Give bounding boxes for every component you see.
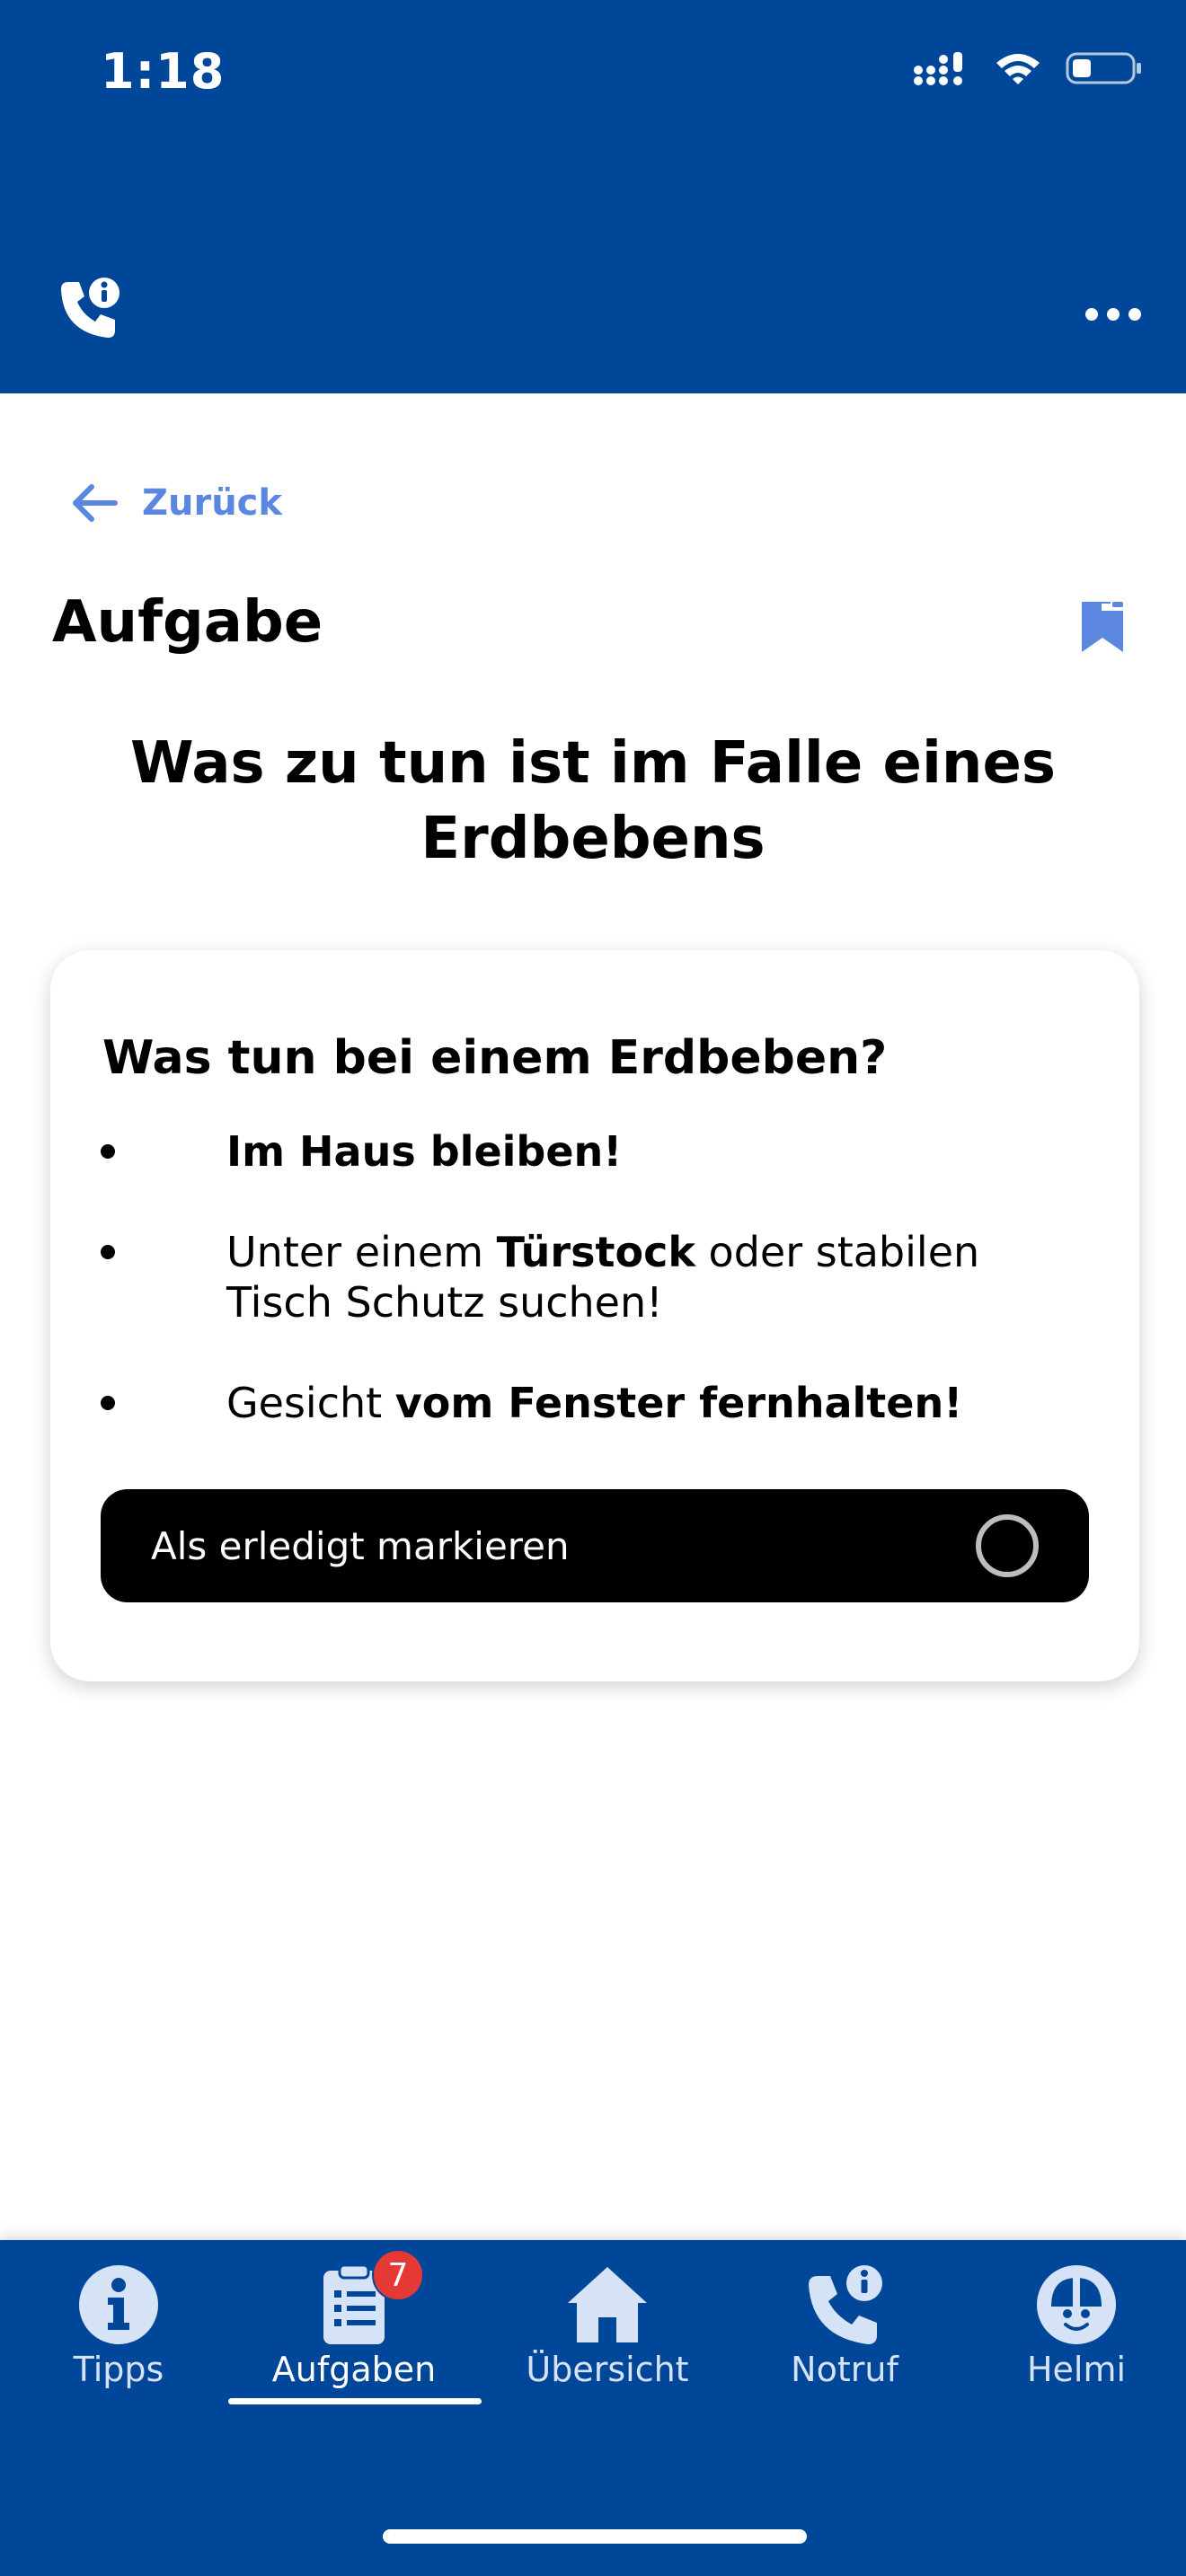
page-title: Aufgabe bbox=[52, 589, 323, 656]
back-label: Zurück bbox=[142, 482, 282, 524]
signal-icon bbox=[914, 52, 962, 85]
bottom-nav: Tipps 7 Aufgaben Übersicht Notruf Helmi bbox=[0, 2240, 1186, 2576]
nav-label-notruf: Notruf bbox=[791, 2350, 898, 2389]
home-indicator[interactable] bbox=[383, 2529, 807, 2544]
instruction-text: Unter einem bbox=[226, 1228, 497, 1276]
checkbox-circle-icon[interactable] bbox=[976, 1514, 1039, 1577]
instruction-item: Im Haus bleiben! bbox=[101, 1126, 1091, 1177]
header: 1:18 bbox=[0, 0, 1186, 393]
nav-label-uebersicht: Übersicht bbox=[526, 2350, 689, 2389]
nav-item-uebersicht[interactable]: Übersicht bbox=[489, 2253, 726, 2411]
more-options-icon[interactable] bbox=[1084, 296, 1143, 332]
bookmark-icon[interactable] bbox=[1080, 600, 1125, 654]
status-time: 1:18 bbox=[101, 43, 226, 100]
instruction-list: Im Haus bleiben! Unter einem Türstock ode… bbox=[101, 1126, 1091, 1478]
info-icon bbox=[79, 2265, 158, 2344]
nav-item-helmi[interactable]: Helmi bbox=[958, 2253, 1186, 2411]
nav-item-notruf[interactable]: Notruf bbox=[726, 2253, 963, 2411]
tasks-count-badge: 7 bbox=[372, 2249, 424, 2301]
home-icon bbox=[568, 2267, 647, 2342]
nav-item-aufgaben[interactable]: 7 Aufgaben bbox=[235, 2249, 473, 2411]
instruction-item: Gesicht vom Fenster fernhalten! bbox=[101, 1378, 1091, 1428]
arrow-left-icon bbox=[73, 484, 118, 522]
nav-item-tipps[interactable]: Tipps bbox=[0, 2253, 237, 2411]
card-heading: Was tun bei einem Erdbeben? bbox=[102, 1031, 888, 1085]
mark-done-label: Als erledigt markieren bbox=[151, 1523, 570, 1568]
instruction-text: Gesicht bbox=[226, 1379, 395, 1427]
nav-label-helmi: Helmi bbox=[1026, 2350, 1127, 2389]
task-title: Was zu tun ist im Falle eines Erdbebens bbox=[130, 730, 1056, 872]
task-card: Was tun bei einem Erdbeben? Im Haus blei… bbox=[50, 950, 1139, 1681]
battery-icon bbox=[1066, 52, 1141, 84]
wifi-icon bbox=[996, 54, 1040, 84]
emergency-call-icon[interactable] bbox=[56, 275, 124, 343]
active-tab-indicator bbox=[228, 2398, 482, 2404]
instruction-text: Türstock bbox=[496, 1228, 695, 1276]
phone-info-icon bbox=[809, 2265, 882, 2344]
screen: 1:18 Zurück Aufgabe Was zu tun ist im Fa… bbox=[0, 0, 1186, 2576]
instruction-text: Im Haus bleiben! bbox=[226, 1127, 623, 1176]
back-button[interactable]: Zurück bbox=[68, 474, 282, 532]
status-icons bbox=[913, 50, 1143, 86]
mark-done-button[interactable]: Als erledigt markieren bbox=[101, 1489, 1089, 1602]
helmi-icon bbox=[1037, 2265, 1116, 2344]
nav-label-tipps: Tipps bbox=[73, 2350, 164, 2389]
clipboard-icon: 7 bbox=[311, 2249, 424, 2348]
nav-label-aufgaben: Aufgaben bbox=[271, 2350, 437, 2389]
instruction-text: vom Fenster fernhalten! bbox=[394, 1379, 963, 1427]
instruction-item: Unter einem Türstock oder stabilen Tisch… bbox=[101, 1227, 1091, 1328]
